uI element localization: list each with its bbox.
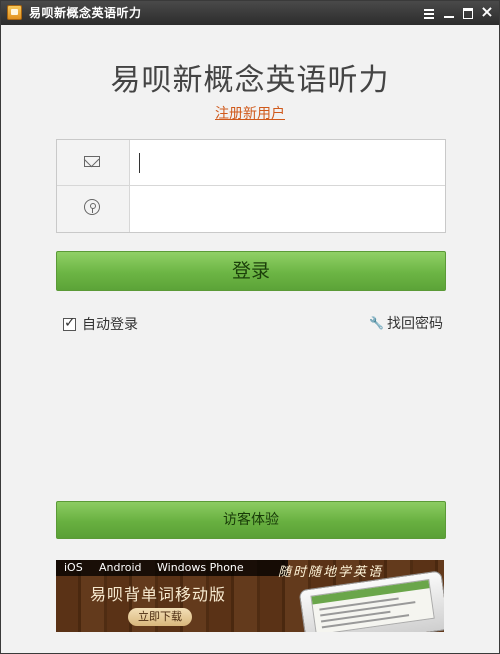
app-logo-icon [7,5,22,20]
guest-button[interactable]: 访客体验 [56,501,446,539]
forgot-password-label: 找回密码 [387,316,443,332]
auto-login-label: 自动登录 [82,317,138,333]
email-icon-cell [57,140,130,185]
key-icon [84,199,100,215]
login-button[interactable]: 登录 [56,251,446,291]
register-link[interactable]: 注册新用户 [1,103,499,123]
checkbox[interactable]: ✓ [63,315,76,331]
banner-slogan: 随时随地学英语 [278,565,384,580]
password-icon-cell [57,186,130,232]
check-mark-icon: ✓ [64,315,76,331]
banner-headline: 易呗背单词移动版 [90,585,227,604]
app-title: 易呗新概念英语听力 [110,63,390,98]
menu-icon[interactable] [421,5,437,21]
text-caret [139,153,140,173]
phone-screen [310,579,435,632]
platform-strip: iOS Android Windows Phone [56,560,288,576]
window-title: 易呗新概念英语听力 [29,6,142,20]
promo-banner[interactable]: iOS Android Windows Phone 随时随地学英语 易呗背单词移… [56,560,444,632]
download-button[interactable]: 立即下载 [128,608,192,626]
password-row [57,186,445,232]
mail-icon [84,156,100,167]
password-input[interactable] [131,186,441,232]
email-input[interactable] [131,140,441,185]
wrench-icon: 🔧 [369,316,384,330]
title-bar: 易呗新概念英语听力 × [1,1,499,25]
minimize-icon[interactable] [441,5,457,21]
login-window: 易呗新概念英语听力 × 易呗新概念英语听力 注册新用户 登录 ✓ 自动登录 🔧 [0,0,500,654]
login-form [56,139,446,233]
platform-ios: iOS [64,561,83,574]
email-row [57,140,445,186]
platform-windows-phone: Windows Phone [157,561,244,574]
close-icon[interactable]: × [479,3,495,21]
platform-android: Android [99,561,142,574]
maximize-icon[interactable] [460,5,476,21]
